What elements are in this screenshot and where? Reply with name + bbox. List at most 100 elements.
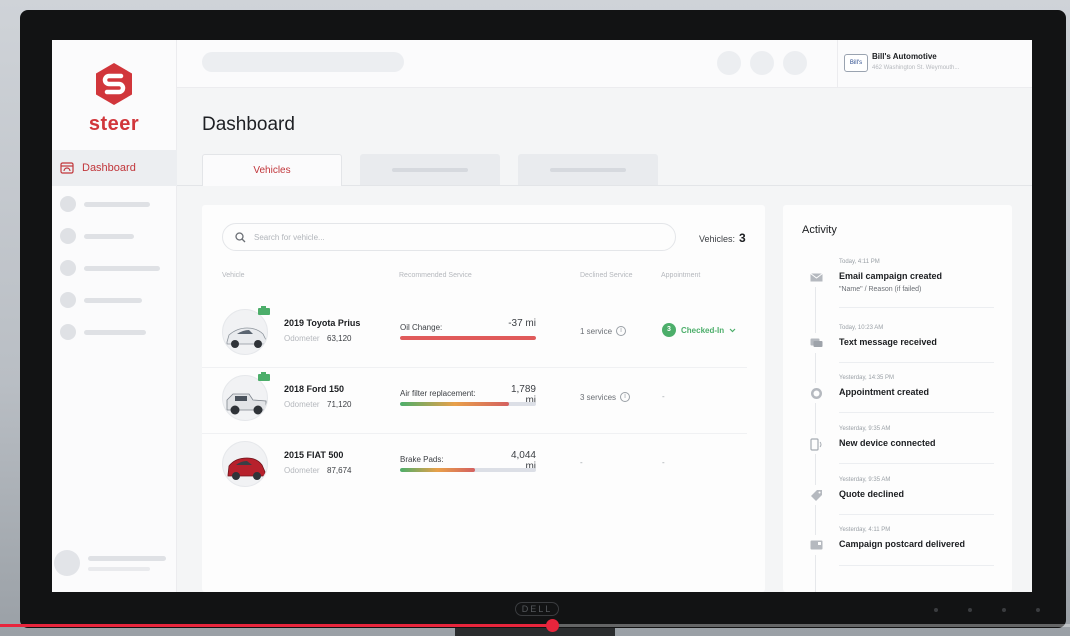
service-name: Air filter replacement: bbox=[400, 389, 476, 398]
tag-icon bbox=[805, 485, 827, 505]
activity-text: Appointment created bbox=[839, 387, 930, 397]
top-action-icons bbox=[717, 51, 807, 75]
vehicle-count-value: 3 bbox=[739, 231, 746, 245]
activity-divider bbox=[839, 412, 994, 413]
page-title: Dashboard bbox=[202, 114, 295, 135]
column-header-recommended[interactable]: Recommended Service bbox=[399, 272, 472, 279]
odometer-label: Odometer bbox=[284, 400, 320, 409]
vehicle-name[interactable]: 2015 FIAT 500 bbox=[284, 450, 343, 460]
sidebar-item-placeholder[interactable] bbox=[60, 228, 134, 244]
service-progress-bar bbox=[400, 468, 536, 472]
vehicles-card: Vehicles:3 Vehicle Recommended Service D… bbox=[202, 205, 765, 592]
sidebar-item-placeholder[interactable] bbox=[60, 196, 150, 212]
appointment-status: - bbox=[662, 392, 665, 401]
top-action-button[interactable] bbox=[783, 51, 807, 75]
declined-service[interactable]: 1 service i bbox=[580, 326, 627, 336]
column-header-appointment[interactable]: Appointment bbox=[661, 272, 700, 279]
search-input[interactable] bbox=[254, 232, 634, 242]
brand-logo[interactable]: steer bbox=[84, 62, 144, 136]
activity-divider bbox=[839, 362, 994, 363]
shop-logo: Bill's bbox=[844, 54, 868, 72]
app-screen: steer Dashboard Bill's Bill's Automotive… bbox=[52, 40, 1032, 592]
tab-placeholder[interactable] bbox=[360, 154, 500, 185]
odometer-value: 63,120 bbox=[327, 334, 352, 343]
top-action-button[interactable] bbox=[750, 51, 774, 75]
table-row[interactable]: 2018 Ford 150 Odometer 71,120 Air filter… bbox=[202, 367, 765, 433]
top-action-button[interactable] bbox=[717, 51, 741, 75]
declined-service[interactable]: 3 services i bbox=[580, 392, 631, 402]
sidebar-item-placeholder[interactable] bbox=[60, 324, 146, 340]
sidebar-item-placeholder[interactable] bbox=[60, 292, 142, 308]
activity-time: Today, 4:11 PM bbox=[839, 259, 880, 265]
device-icon bbox=[805, 434, 827, 454]
topbar: Bill's Bill's Automotive 462 Washington … bbox=[177, 40, 1032, 88]
activity-text: Text message received bbox=[839, 337, 937, 347]
activity-divider bbox=[839, 514, 994, 515]
main-area: Bill's Bill's Automotive 462 Washington … bbox=[177, 40, 1032, 592]
dashboard-icon bbox=[60, 162, 74, 174]
activity-item[interactable]: Today, 10:23 AM Text message received bbox=[783, 325, 1012, 375]
vehicle-search[interactable] bbox=[222, 223, 676, 251]
shop-name: Bill's Automotive bbox=[872, 52, 937, 61]
user-profile-placeholder[interactable] bbox=[54, 550, 166, 576]
vehicle-count-label: Vehicles: bbox=[699, 234, 736, 244]
info-icon[interactable]: i bbox=[616, 326, 627, 336]
service-name: Oil Change: bbox=[400, 323, 443, 332]
activity-item[interactable]: Yesterday, 14:35 PM Appointment created bbox=[783, 375, 1012, 425]
sidebar: steer Dashboard bbox=[52, 40, 177, 592]
sidebar-item-dashboard[interactable]: Dashboard bbox=[52, 150, 177, 186]
column-header-declined[interactable]: Declined Service bbox=[580, 272, 633, 279]
column-header-vehicle[interactable]: Vehicle bbox=[222, 272, 245, 279]
activity-item[interactable]: Yesterday, 4:11 PM Campaign postcard del… bbox=[783, 527, 1012, 577]
monitor-brand-logo: DELL bbox=[515, 602, 559, 616]
shop-address: 462 Washington St. Weymouth... bbox=[872, 65, 960, 71]
declined-service-count: 3 services bbox=[580, 392, 617, 402]
activity-text: Quote declined bbox=[839, 489, 905, 499]
brand-name: steer bbox=[88, 113, 140, 135]
table-row[interactable]: 2019 Toyota Prius Odometer 63,120 Oil Ch… bbox=[202, 301, 765, 367]
service-progress-bar bbox=[400, 402, 536, 406]
activity-divider bbox=[839, 463, 994, 464]
activity-time: Today, 10:23 AM bbox=[839, 325, 884, 331]
monitor-buttons bbox=[934, 608, 1040, 612]
declined-service-count: 1 service bbox=[580, 326, 613, 336]
chat-icon bbox=[805, 333, 827, 353]
activity-time: Yesterday, 9:35 AM bbox=[839, 426, 891, 432]
vehicle-name[interactable]: 2018 Ford 150 bbox=[284, 384, 344, 394]
odometer-value: 71,120 bbox=[327, 400, 352, 409]
engine-alert-icon bbox=[258, 372, 270, 381]
activity-time: Yesterday, 4:11 PM bbox=[839, 527, 891, 533]
activity-time: Yesterday, 14:35 PM bbox=[839, 375, 895, 381]
shop-switcher[interactable]: Bill's Bill's Automotive 462 Washington … bbox=[844, 52, 960, 72]
clock-icon bbox=[805, 383, 827, 403]
info-icon[interactable]: i bbox=[620, 392, 631, 402]
vehicle-name[interactable]: 2019 Toyota Prius bbox=[284, 318, 360, 328]
tab-vehicles[interactable]: Vehicles bbox=[202, 154, 342, 186]
monitor-stand bbox=[455, 628, 615, 636]
activity-time: Yesterday, 9:35 AM bbox=[839, 477, 891, 483]
service-progress-bar bbox=[400, 336, 536, 340]
service-mileage: -37 mi bbox=[508, 318, 536, 329]
top-search-placeholder[interactable] bbox=[202, 52, 404, 72]
appointment-status[interactable]: 3 Checked-In bbox=[662, 323, 736, 337]
sidebar-item-label: Dashboard bbox=[82, 162, 136, 174]
activity-item[interactable]: Yesterday, 9:35 AM New device connected bbox=[783, 426, 1012, 476]
activity-text: New device connected bbox=[839, 438, 936, 448]
activity-item[interactable]: Yesterday, 9:35 AM Quote declined bbox=[783, 477, 1012, 527]
activity-subtext: "Name" / Reason (if failed) bbox=[839, 286, 922, 293]
postcard-icon bbox=[805, 535, 827, 555]
divider bbox=[837, 40, 838, 88]
chevron-down-icon bbox=[729, 328, 736, 332]
video-progress-bar[interactable] bbox=[0, 619, 1070, 632]
activity-divider bbox=[839, 307, 994, 308]
declined-service: - bbox=[580, 458, 583, 467]
sidebar-item-placeholder[interactable] bbox=[60, 260, 160, 276]
appointment-count-badge: 3 bbox=[662, 323, 676, 337]
table-row[interactable]: 2015 FIAT 500 Odometer 87,674 Brake Pads… bbox=[202, 433, 765, 499]
avatar bbox=[54, 550, 80, 576]
tab-placeholder[interactable] bbox=[518, 154, 658, 185]
activity-item[interactable]: Today, 4:11 PM Email campaign created "N… bbox=[783, 259, 1012, 309]
envelope-icon bbox=[805, 267, 827, 287]
service-name: Brake Pads: bbox=[400, 455, 444, 464]
activity-title: Activity bbox=[802, 224, 837, 236]
